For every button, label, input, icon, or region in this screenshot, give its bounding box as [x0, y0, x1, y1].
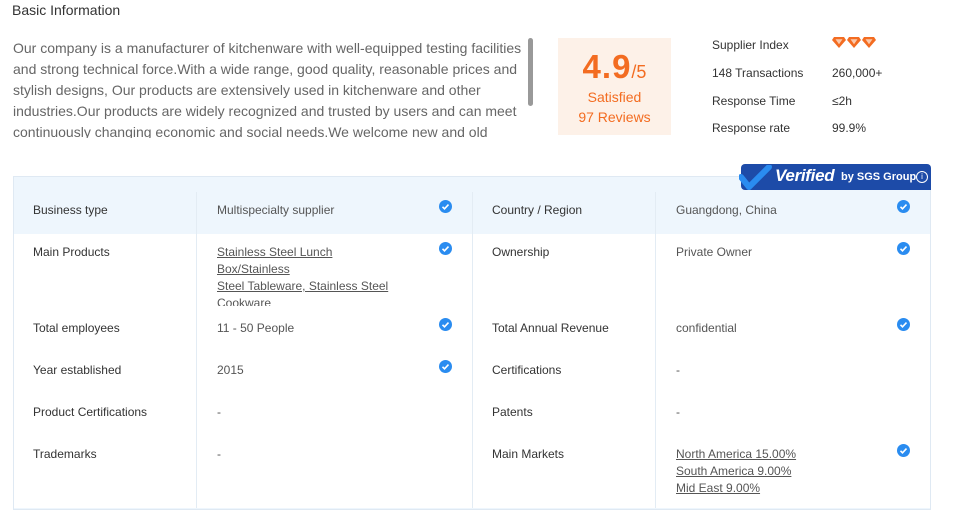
main-market-link[interactable]: South America 9.00% [676, 464, 791, 478]
main-products-link[interactable]: Stainless Steel Lunch Box/Stainless [217, 245, 332, 276]
verified-badge-icon [897, 200, 910, 213]
rating-max: /5 [631, 62, 647, 82]
country-value: Guangdong, China [676, 203, 777, 217]
verified-badge-icon [439, 242, 452, 255]
year-established-label: Year established [33, 363, 122, 377]
main-market-link[interactable]: North America 15.00% [676, 447, 796, 461]
product-certifications-value: - [217, 405, 221, 419]
product-certifications-label: Product Certifications [33, 405, 148, 419]
diamond-icon [862, 37, 876, 48]
verified-badge-icon [897, 444, 910, 457]
certifications-label: Certifications [492, 363, 562, 377]
year-established-value: 2015 [217, 363, 244, 377]
rating-score: 4.9 [582, 48, 632, 85]
transactions-label: 148 Transactions [712, 66, 804, 80]
review-count-link[interactable]: 97 Reviews [558, 108, 671, 126]
ownership-label: Ownership [492, 245, 550, 259]
table-row: Total employees 11 - 50 People Total Ann… [14, 306, 930, 349]
table-row: Year established 2015 Certifications - [14, 348, 930, 391]
table-row: Main Products Stainless Steel Lunch Box/… [14, 234, 930, 310]
country-label: Country / Region [492, 203, 583, 217]
supplier-index-diamonds [832, 37, 877, 51]
verified-label: Verified [775, 166, 835, 185]
company-description: Our company is a manufacturer of kitchen… [13, 40, 522, 138]
annual-revenue-value: confidential [676, 321, 737, 335]
main-markets-label: Main Markets [492, 447, 565, 461]
main-markets-value: North America 15.00% South America 9.00%… [676, 446, 866, 497]
verified-badge-icon [439, 200, 452, 213]
ownership-value: Private Owner [676, 245, 753, 259]
total-employees-value: 11 - 50 People [217, 321, 295, 335]
main-products-link[interactable]: Steel Tableware, Stainless Steel [217, 279, 388, 293]
patents-value: - [676, 405, 680, 419]
verified-badge-icon [439, 360, 452, 373]
table-row: Product Certifications - Patents - [14, 390, 930, 433]
info-icon[interactable]: i [916, 171, 928, 183]
response-time-label: Response Time [712, 94, 796, 108]
response-time-value: ≤2h [832, 94, 852, 108]
verified-by-label: by SGS Group [841, 171, 917, 183]
business-type-label: Business type [33, 203, 108, 217]
main-market-link[interactable]: Mid East 9.00% [676, 481, 760, 495]
verified-check-icon [739, 165, 772, 190]
verified-badge-icon [897, 242, 910, 255]
table-row: Business type Multispecialty supplier Co… [14, 192, 930, 235]
trademarks-label: Trademarks [33, 447, 97, 461]
rating-label: Satisfied [587, 89, 642, 105]
verified-badge-icon [897, 318, 910, 331]
certifications-value: - [676, 363, 680, 377]
verified-badge-icon [439, 318, 452, 331]
response-rate-label: Response rate [712, 121, 791, 135]
main-products-label: Main Products [33, 245, 110, 259]
description-scrollbar[interactable] [528, 38, 533, 106]
total-employees-label: Total employees [33, 321, 120, 335]
diamond-icon [847, 37, 861, 48]
supplier-index-label: Supplier Index [712, 38, 789, 52]
annual-revenue-label: Total Annual Revenue [492, 321, 609, 335]
transactions-value: 260,000+ [832, 66, 883, 80]
section-title: Basic Information [12, 2, 121, 18]
trademarks-value: - [217, 447, 221, 461]
verified-banner[interactable]: Verified by SGS Group i [739, 164, 931, 190]
diamond-icon [832, 37, 846, 48]
patents-label: Patents [492, 405, 533, 419]
response-rate-value: 99.9% [832, 121, 867, 135]
main-products-value: Stainless Steel Lunch Box/Stainless Stee… [217, 244, 407, 312]
business-type-value: Multispecialty supplier [217, 203, 335, 217]
table-row: Trademarks - Main Markets North America … [14, 432, 930, 508]
rating-box: 4.9/5 Satisfied 97 Reviews [558, 38, 671, 135]
